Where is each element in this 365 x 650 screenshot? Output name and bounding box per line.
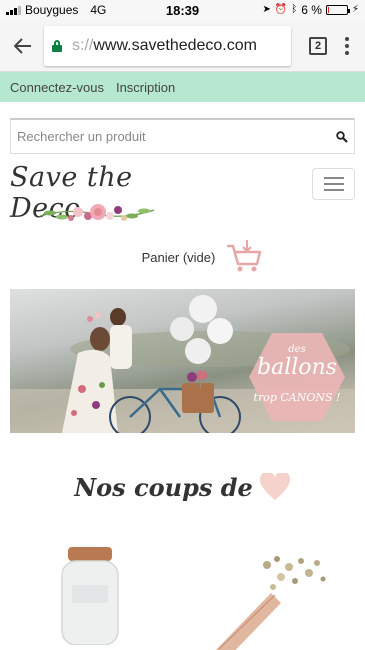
search-box bbox=[10, 118, 355, 154]
login-link[interactable]: Connectez-vous bbox=[10, 80, 104, 95]
charging-icon: ⚡ bbox=[351, 4, 359, 15]
site-header: Save the Deco bbox=[0, 160, 365, 236]
featured-title: Nos coups de bbox=[74, 472, 253, 502]
site-logo[interactable]: Save the Deco bbox=[10, 162, 180, 234]
address-bar[interactable]: s:// www.savethedeco.com bbox=[44, 25, 291, 66]
alarm-icon: ⏰ bbox=[274, 4, 288, 15]
featured-heading: Nos coups de bbox=[0, 469, 365, 505]
promo-banner[interactable]: des ballons trop CANONS ! bbox=[10, 289, 355, 433]
network-type: 4G bbox=[90, 3, 107, 17]
more-options-icon[interactable] bbox=[337, 36, 357, 55]
cart-link[interactable]: Panier (vide) bbox=[40, 236, 365, 278]
bluetooth-icon: ᛒ bbox=[291, 4, 298, 15]
url-scheme: s:// bbox=[72, 36, 94, 54]
signal-icon bbox=[6, 5, 21, 15]
register-link[interactable]: Inscription bbox=[116, 80, 175, 95]
location-icon: ➤ bbox=[262, 4, 271, 15]
carrier-name: Bouygues bbox=[25, 3, 79, 17]
search-input[interactable] bbox=[17, 129, 336, 144]
product-confetti-image[interactable] bbox=[205, 545, 335, 650]
menu-toggle-button[interactable] bbox=[312, 168, 355, 200]
heart-icon bbox=[259, 473, 290, 500]
back-button[interactable] bbox=[8, 31, 38, 61]
cart-label: Panier (vide) bbox=[141, 249, 216, 265]
account-bar: Connectez-vous Inscription bbox=[0, 72, 365, 102]
battery-percent: 6 % bbox=[301, 3, 322, 17]
battery-icon bbox=[325, 5, 350, 15]
product-jar-image[interactable] bbox=[50, 545, 130, 645]
hamburger-icon bbox=[323, 177, 344, 179]
back-arrow-icon bbox=[14, 37, 31, 54]
promo-sub-text: trop CANONS ! bbox=[253, 391, 341, 404]
promo-badge: des ballons trop CANONS ! bbox=[247, 331, 347, 423]
lock-icon bbox=[52, 39, 62, 52]
search-icon[interactable] bbox=[336, 130, 348, 143]
url-text: www.savethedeco.com bbox=[93, 36, 257, 54]
promo-small-text: des bbox=[288, 344, 306, 355]
promo-main-text: ballons bbox=[257, 355, 337, 380]
browser-toolbar: s:// www.savethedeco.com 2 bbox=[0, 20, 365, 72]
product-list bbox=[0, 545, 365, 650]
tabs-button[interactable]: 2 bbox=[309, 36, 327, 55]
flower-garland-icon bbox=[39, 204, 155, 221]
status-bar: Bouygues 4G 18:39 ➤ ⏰ ᛒ 6 % ⚡ bbox=[0, 0, 365, 20]
cart-icon bbox=[227, 240, 262, 272]
